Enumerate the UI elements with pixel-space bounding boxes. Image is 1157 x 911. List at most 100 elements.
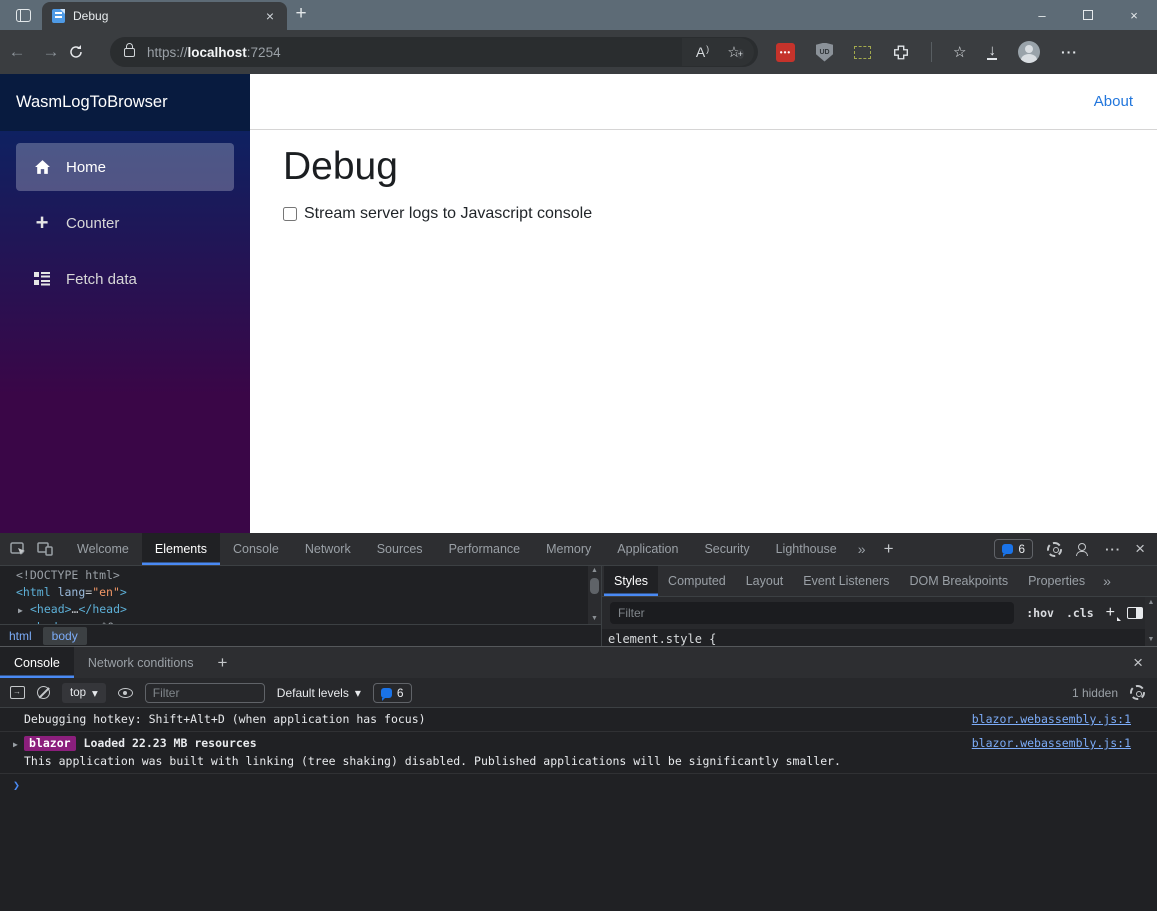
new-style-rule-button[interactable]: + [1106,604,1115,622]
expand-arrow-icon[interactable]: ▶ [13,736,24,753]
console-filter-input[interactable] [144,682,265,703]
devtools-panel: Welcome Elements Console Network Sources… [0,533,1157,911]
tab-close-icon[interactable]: × [261,8,279,24]
devtools-tab-application[interactable]: Application [604,533,691,565]
stream-logs-checkbox[interactable] [283,207,297,221]
dom-breadcrumbs: html body [0,624,601,646]
styles-tab-properties[interactable]: Properties [1018,566,1095,596]
scroll-up-icon[interactable]: ▲ [591,566,598,576]
drawer-tab-console[interactable]: Console [0,647,74,678]
new-tab-button[interactable]: + [287,1,315,29]
maximize-button[interactable] [1065,0,1111,30]
refresh-button[interactable] [68,44,102,60]
devtools-tab-performance[interactable]: Performance [436,533,534,565]
styles-tabbar: Styles Computed Layout Event Listeners D… [602,566,1157,597]
element-style-rule[interactable]: element.style { [602,629,1157,646]
scroll-down-icon[interactable]: ▼ [591,614,598,624]
devtools-tab-welcome[interactable]: Welcome [64,533,142,565]
drawer-tab-network-conditions[interactable]: Network conditions [74,647,208,678]
web-capture-icon[interactable] [854,45,871,59]
console-message[interactable]: ▶ blazor Loaded 22.23 MB resources This ap… [0,732,1157,774]
add-favorite-button[interactable]: ☆ [720,43,748,61]
styles-tab-styles[interactable]: Styles [604,566,659,596]
read-aloud-button[interactable]: A [688,44,716,60]
close-window-button[interactable]: × [1111,0,1157,30]
scroll-down-icon[interactable]: ▼ [1148,635,1155,645]
collections-button[interactable]: ☆ [953,43,966,61]
toggle-hover-state-button[interactable]: :hov [1026,606,1054,620]
tab-actions-button[interactable] [8,2,38,28]
styles-tab-dom-breakpoints[interactable]: DOM Breakpoints [899,566,1018,596]
chevron-down-icon: ▾ [92,687,98,700]
breadcrumb-body[interactable]: body [42,626,87,645]
back-button[interactable]: ← [0,42,34,62]
dom-doctype[interactable]: <!DOCTYPE html> [16,567,588,584]
devtools-tab-network[interactable]: Network [292,533,364,565]
minimize-button[interactable]: – [1019,0,1065,30]
devtools-tab-elements[interactable]: Elements [141,533,220,565]
drawer-tabbar: Console Network conditions + × [0,647,1157,678]
add-drawer-tab-button[interactable]: + [207,647,237,678]
dom-scrollbar[interactable]: ▲ ▼ [588,566,601,624]
styles-scrollbar[interactable]: ▲ ▼ [1145,597,1157,646]
devtools-tab-console[interactable]: Console [220,533,292,565]
devtools-menu-button[interactable]: ··· [1105,542,1121,557]
styles-tab-computed[interactable]: Computed [658,566,736,596]
sidebar-item-home[interactable]: Home [16,143,234,191]
profile-avatar[interactable] [1017,41,1040,63]
device-toolbar-button[interactable] [37,541,54,557]
dom-tree[interactable]: <!DOCTYPE html> <html lang="en"> ▶ <head>… [0,566,588,624]
more-styles-tabs-button[interactable]: » [1095,566,1119,596]
console-message[interactable]: Debugging hotkey: Shift+Alt+D (when appl… [0,708,1157,732]
dom-head-node[interactable]: ▶ <head>…</head> [16,601,588,619]
browser-tab[interactable]: Debug × [42,2,287,30]
inspect-element-button[interactable] [10,541,27,557]
devtools-tab-security[interactable]: Security [691,533,762,565]
sidebar-item-counter[interactable]: + Counter [16,199,234,247]
drawer-close-icon[interactable]: × [1133,653,1143,673]
devtools-close-icon[interactable]: × [1135,539,1145,559]
drawer-close: × [1133,647,1157,678]
console-prompt-row[interactable]: ❯ [0,774,1157,796]
scroll-up-icon[interactable]: ▲ [1148,598,1155,608]
shield-extension-icon[interactable]: UD [816,42,833,62]
devtools-tab-sources[interactable]: Sources [364,533,436,565]
clear-console-icon[interactable] [37,686,50,699]
devtools-tab-lighthouse[interactable]: Lighthouse [763,533,850,565]
address-bar-actions: A ☆ [682,38,754,66]
expand-arrow-icon[interactable]: ▶ [18,602,30,619]
scrollbar-thumb[interactable] [590,578,599,594]
add-tool-button[interactable]: + [874,533,904,565]
address-bar[interactable]: https://localhost:7254 A ☆ [110,37,758,67]
feedback-icon[interactable] [1076,542,1091,556]
message-source-link[interactable]: blazor.webassembly.js:1 [972,735,1131,752]
lock-icon [124,42,135,57]
console-count-badge[interactable]: 6 [372,682,412,703]
console-sidebar-toggle-icon[interactable] [10,686,25,699]
sidebar-item-fetch-data[interactable]: Fetch data [16,255,234,303]
styles-tab-layout[interactable]: Layout [736,566,794,596]
hidden-messages-label[interactable]: 1 hidden [1072,686,1118,700]
execution-context-select[interactable]: top ▾ [62,682,106,703]
live-expression-eye-icon[interactable] [117,687,133,698]
log-levels-select[interactable]: Default levels ▾ [277,686,361,700]
extensions-button[interactable] [892,43,910,61]
about-link[interactable]: About [1094,93,1133,110]
breadcrumb-html[interactable]: html [0,627,41,645]
styles-tab-event-listeners[interactable]: Event Listeners [793,566,899,596]
more-tabs-button[interactable]: » [850,533,874,565]
console-settings-icon[interactable] [1130,685,1145,700]
computed-panel-toggle-icon[interactable] [1127,607,1143,619]
console-messages-badge[interactable]: 6 [994,539,1034,559]
password-manager-extension-icon[interactable]: ••• [776,42,795,62]
downloads-button[interactable]: ↓ [987,43,997,60]
styles-filter-input[interactable] [610,602,1015,624]
app-top-row: About [250,74,1157,130]
browser-menu-button[interactable]: ··· [1061,44,1078,60]
message-source-link[interactable]: blazor.webassembly.js:1 [972,711,1131,728]
devtools-settings-icon[interactable] [1047,541,1063,557]
dom-html-node[interactable]: <html lang="en"> [16,584,588,601]
forward-button[interactable]: → [34,42,68,62]
toggle-class-button[interactable]: .cls [1066,606,1094,620]
devtools-tab-memory[interactable]: Memory [533,533,604,565]
